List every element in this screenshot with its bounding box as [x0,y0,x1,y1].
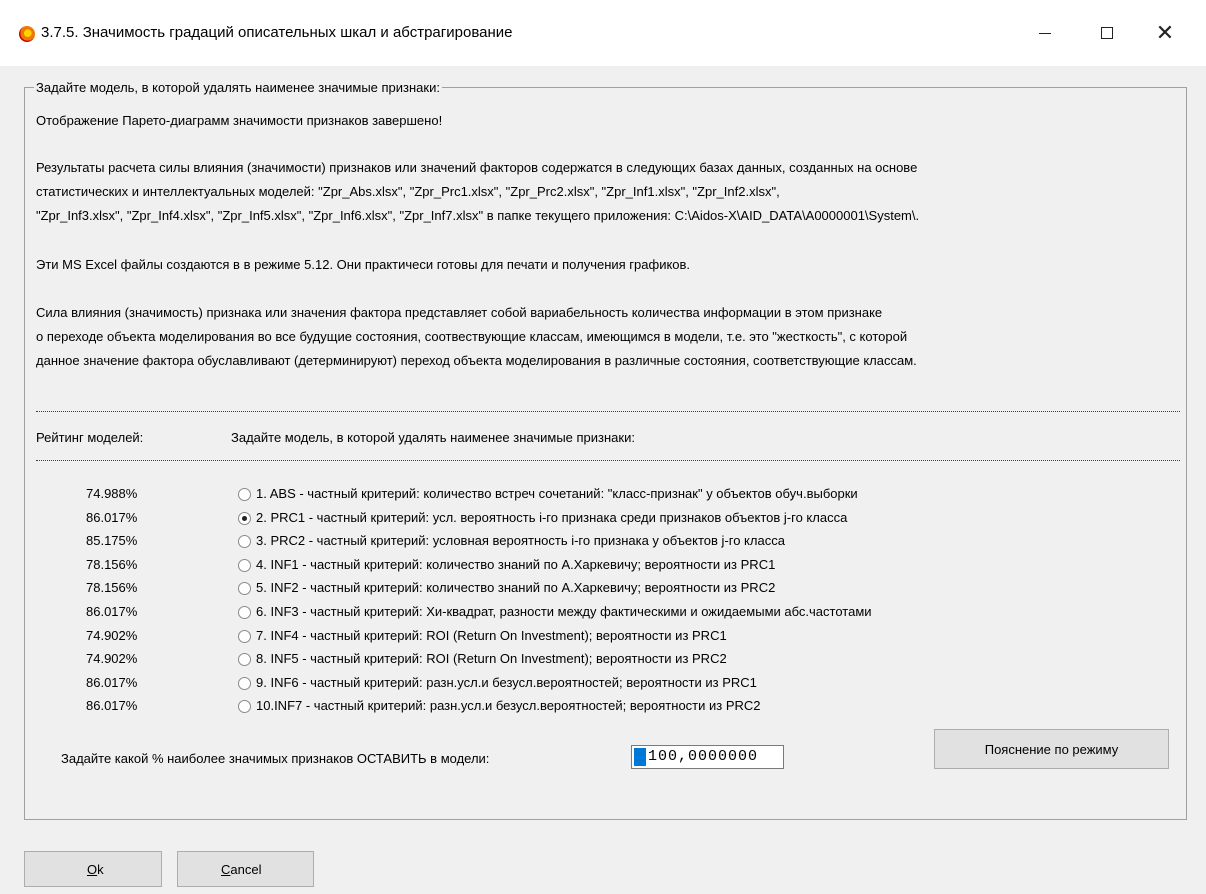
cancel-label-rest: ancel [230,861,262,877]
rating-header: Рейтинг моделей: [36,430,144,445]
model-label[interactable]: 1. ABS - частный критерий: количество вс… [256,486,858,501]
text-caret [634,748,646,766]
model-label[interactable]: 7. INF4 - частный критерий: ROI (Return … [256,628,727,643]
definition-text-line: Сила влияния (значимость) признака или з… [36,305,883,320]
cancel-button[interactable]: Cancel [177,851,314,887]
model-radio[interactable] [238,606,251,619]
percent-input[interactable]: 100,0000000 [631,745,784,769]
model-radio[interactable] [238,488,251,501]
model-radio[interactable] [238,512,251,525]
model-radio[interactable] [238,535,251,548]
result-text-line: Результаты расчета силы влияния (значимо… [36,160,918,175]
model-label[interactable]: 4. INF1 - частный критерий: количество з… [256,557,775,572]
model-radio[interactable] [238,630,251,643]
definition-text-line: о переходе объекта моделирования во все … [36,329,908,344]
model-rating: 86.017% [86,698,138,713]
maximize-icon [1101,27,1113,39]
model-rating: 74.902% [86,628,138,643]
definition-text-line: данное значение фактора обуславливают (д… [36,353,917,368]
divider [36,460,1180,461]
model-radio[interactable] [238,559,251,572]
model-label[interactable]: 9. INF6 - частный критерий: разн.усл.и б… [256,675,757,690]
model-rating: 86.017% [86,510,138,525]
close-button[interactable]: ✕ [1142,14,1188,52]
model-radio[interactable] [238,700,251,713]
divider [36,411,1180,412]
group-legend: Задайте модель, в которой удалять наимен… [34,80,442,95]
close-icon: ✕ [1155,20,1175,45]
app-icon [19,26,35,42]
minimize-button[interactable] [1022,14,1068,52]
model-label[interactable]: 2. PRC1 - частный критерий: усл. вероятн… [256,510,847,525]
model-radio[interactable] [238,653,251,666]
model-label[interactable]: 8. INF5 - частный критерий: ROI (Return … [256,651,727,666]
ok-accelerator: O [87,861,98,877]
ok-label-rest: k [97,861,104,877]
ok-button[interactable]: Ok [24,851,162,887]
model-rating: 74.988% [86,486,138,501]
explain-mode-button[interactable]: Пояснение по режиму [934,729,1169,769]
model-label[interactable]: 10.INF7 - частный критерий: разн.усл.и б… [256,698,761,713]
window-title: 3.7.5. Значимость градаций описательных … [41,24,513,41]
title-bar: 3.7.5. Значимость градаций описательных … [0,0,1206,66]
model-rating: 86.017% [86,604,138,619]
result-text-line: статистических и интеллектуальных моделе… [36,184,780,199]
maximize-button[interactable] [1084,14,1130,52]
status-message: Отображение Парето-диаграмм значимости п… [36,113,443,128]
model-label[interactable]: 5. INF2 - частный критерий: количество з… [256,580,775,595]
model-radio[interactable] [238,582,251,595]
model-rating: 86.017% [86,675,138,690]
excel-info-text: Эти MS Excel файлы создаются в в режиме … [36,257,691,272]
window-left-edge [0,66,8,894]
model-rating: 78.156% [86,580,138,595]
percent-prompt: Задайте какой % наиболее значимых призна… [61,751,490,766]
model-rating: 85.175% [86,533,138,548]
model-label[interactable]: 3. PRC2 - частный критерий: условная вер… [256,533,785,548]
model-rating: 78.156% [86,557,138,572]
model-label[interactable]: 6. INF3 - частный критерий: Хи-квадрат, … [256,604,872,619]
model-radio[interactable] [238,677,251,690]
model-rating: 74.902% [86,651,138,666]
result-text-line: "Zpr_Inf3.xlsx", "Zpr_Inf4.xlsx", "Zpr_I… [36,208,920,223]
select-header: Задайте модель, в которой удалять наимен… [231,430,635,445]
cancel-accelerator: C [221,861,231,877]
minimize-icon [1039,32,1051,34]
